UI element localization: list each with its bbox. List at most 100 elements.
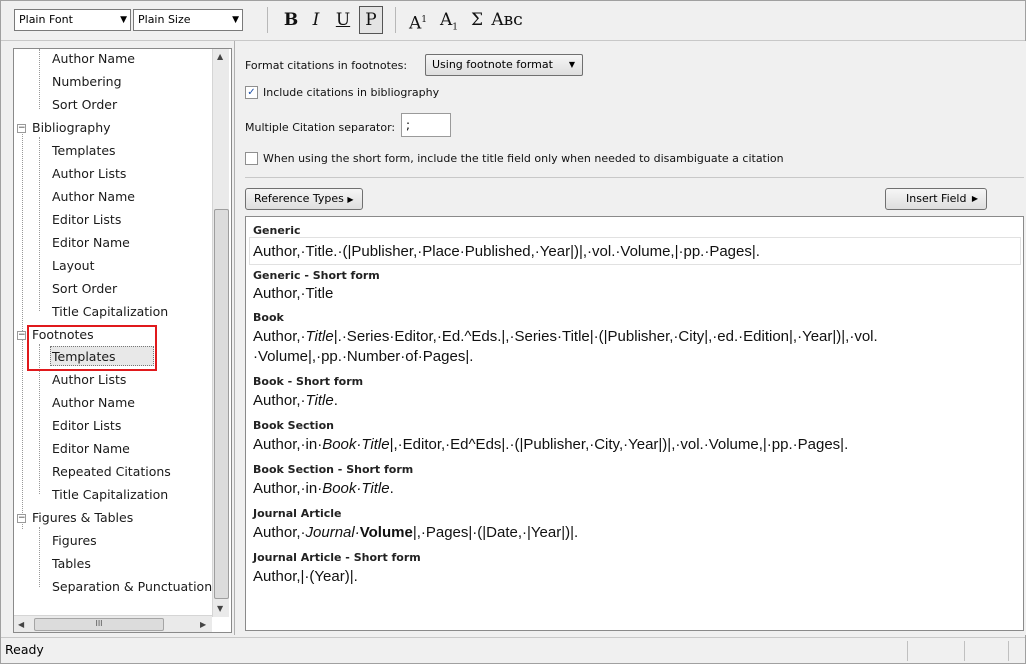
vertical-scrollbar[interactable]: ▲ ▼ — [212, 49, 229, 617]
style-sections-tree: Author Name Numbering Sort Order − Bibli… — [13, 48, 232, 633]
template-header: Book - Short form — [253, 375, 364, 388]
horizontal-scrollbar[interactable]: ◀ III ▶ — [14, 615, 212, 632]
chevron-down-icon: ▼ — [120, 15, 127, 25]
scroll-left-icon[interactable]: ◀ — [18, 620, 24, 629]
small-caps-button[interactable]: Aʙᴄ — [491, 7, 523, 33]
scrollbar-thumb[interactable]: III — [34, 618, 164, 631]
template-line[interactable]: Author,·Title. — [253, 392, 338, 409]
reference-types-button[interactable]: Reference Types ▶ — [245, 188, 363, 210]
include-bibliography-checkbox[interactable]: ✓ — [245, 86, 258, 99]
tree-item[interactable]: Editor Name — [52, 438, 130, 460]
subscript-glyph: A — [439, 10, 453, 30]
template-line[interactable]: Author,·Journal·Volume|,·Pages|·(|Date,·… — [253, 524, 578, 541]
collapse-icon[interactable]: − — [17, 331, 26, 340]
symbol-button[interactable]: Σ — [465, 7, 489, 33]
formatting-toolbar: Plain Font ▼ Plain Size ▼ B I U P A1 A1 … — [1, 1, 1025, 41]
insert-field-label: Insert Field — [906, 192, 967, 205]
tree-item[interactable]: Repeated Citations — [52, 461, 171, 483]
tree-item[interactable]: Title Capitalization — [52, 301, 168, 323]
superscript-glyph: A — [408, 13, 422, 34]
template-text-bold: Volume — [359, 524, 413, 541]
tree-item[interactable]: Sort Order — [52, 94, 117, 116]
format-citations-dropdown[interactable]: Using footnote format ▼ — [425, 54, 583, 76]
footnote-templates-panel: Format citations in footnotes: Using foo… — [234, 41, 1026, 635]
chevron-down-icon: ▼ — [232, 15, 239, 25]
tree-line — [22, 129, 23, 529]
collapse-icon[interactable]: − — [17, 514, 26, 523]
template-header: Journal Article — [253, 507, 342, 520]
template-text-italic: Book·Title — [322, 480, 390, 497]
font-select[interactable]: Plain Font ▼ — [14, 9, 131, 31]
template-header: Book Section — [253, 419, 334, 432]
tree-item[interactable]: Layout — [52, 255, 95, 277]
tree-item[interactable]: Author Name — [52, 186, 135, 208]
short-form-checkbox[interactable] — [245, 152, 258, 165]
italic-button[interactable]: I — [304, 7, 328, 33]
status-divider — [964, 641, 965, 661]
tree-item[interactable]: Author Name — [52, 392, 135, 414]
tree-item[interactable]: Editor Lists — [52, 209, 121, 231]
tree-item[interactable]: Tables — [52, 553, 91, 575]
tree-item[interactable]: Figures — [52, 530, 97, 552]
status-divider — [1008, 641, 1009, 661]
template-text: Author,· — [253, 524, 306, 541]
separator-input[interactable]: ; — [401, 113, 451, 137]
underline-button[interactable]: U — [331, 7, 355, 33]
tree-line — [39, 49, 40, 109]
chevron-right-icon: ▶ — [971, 194, 978, 203]
tree-item-footnotes[interactable]: Footnotes — [32, 324, 94, 346]
tree-item[interactable]: Author Lists — [52, 369, 126, 391]
tree-item-bibliography[interactable]: Bibliography — [32, 117, 111, 139]
subscript-button[interactable]: A1 — [435, 7, 463, 33]
divider — [245, 177, 1024, 178]
scroll-down-icon[interactable]: ▼ — [217, 604, 223, 613]
bold-button[interactable]: B — [279, 7, 303, 33]
size-select[interactable]: Plain Size ▼ — [133, 9, 243, 31]
scroll-up-icon[interactable]: ▲ — [217, 52, 223, 61]
tree-item[interactable]: Templates — [52, 140, 116, 162]
scrollbar-thumb[interactable] — [214, 209, 229, 599]
tree-item[interactable]: Editor Name — [52, 232, 130, 254]
chevron-down-icon: ▼ — [568, 60, 575, 69]
short-form-label: When using the short form, include the t… — [263, 152, 784, 165]
template-header: Generic — [253, 224, 301, 237]
template-line[interactable]: Author,|·(Year)|. — [253, 568, 358, 585]
tree-item[interactable]: Author Name — [52, 49, 135, 70]
template-line[interactable]: Author,·Title|.·Series·Editor,·Ed.^Eds.|… — [253, 328, 878, 345]
tree-item[interactable]: Sort Order — [52, 278, 117, 300]
template-header: Generic - Short form — [253, 269, 380, 282]
tree-item[interactable]: Editor Lists — [52, 415, 121, 437]
template-line[interactable]: ·Volume|,·pp.·Number·of·Pages|. — [253, 348, 473, 365]
tree-item[interactable]: Author Lists — [52, 163, 126, 185]
tree-item[interactable]: Title Capitalization — [52, 484, 168, 506]
style-editor-window: Plain Font ▼ Plain Size ▼ B I U P A1 A1 … — [0, 0, 1026, 664]
font-select-value: Plain Font — [19, 13, 73, 26]
size-select-value: Plain Size — [138, 13, 191, 26]
template-line[interactable]: Author,·Title — [253, 285, 333, 302]
template-line[interactable]: Author,·in·Book·Title. — [253, 480, 394, 497]
template-text: |,·Pages|·(|Date,·|Year|)|. — [412, 524, 579, 541]
template-header: Book — [253, 311, 284, 324]
template-text-italic: Journal· — [305, 524, 360, 541]
template-line[interactable]: Author,·in·Book·Title|,·Editor,·Ed^Eds|.… — [253, 436, 848, 453]
template-text: . — [333, 392, 338, 409]
template-text: . — [389, 480, 394, 497]
template-text: Author,· — [253, 392, 306, 409]
format-citations-value: Using footnote format — [432, 58, 553, 71]
plain-button[interactable]: P — [359, 6, 383, 34]
insert-field-button[interactable]: Insert Field ▶ — [885, 188, 987, 210]
template-header: Book Section - Short form — [253, 463, 414, 476]
template-text-italic: Title — [305, 392, 334, 409]
template-line[interactable]: Author,·Title.·(|Publisher,·Place·Publis… — [253, 243, 760, 260]
template-editor[interactable]: Generic Author,·Title.·(|Publisher,·Plac… — [245, 216, 1024, 631]
tree-item-figures-tables[interactable]: Figures & Tables — [32, 507, 133, 529]
superscript-button[interactable]: A1 — [404, 7, 432, 34]
collapse-icon[interactable]: − — [17, 124, 26, 133]
tree-item[interactable]: Numbering — [52, 71, 122, 93]
format-citations-label: Format citations in footnotes: — [245, 59, 408, 72]
tree-item-templates-selected[interactable]: Templates — [52, 346, 116, 368]
template-text: Author,·in· — [253, 480, 323, 497]
scroll-right-icon[interactable]: ▶ — [200, 620, 206, 629]
separator-label: Multiple Citation separator: — [245, 121, 396, 134]
tree-item[interactable]: Separation & Punctuation — [52, 576, 212, 598]
